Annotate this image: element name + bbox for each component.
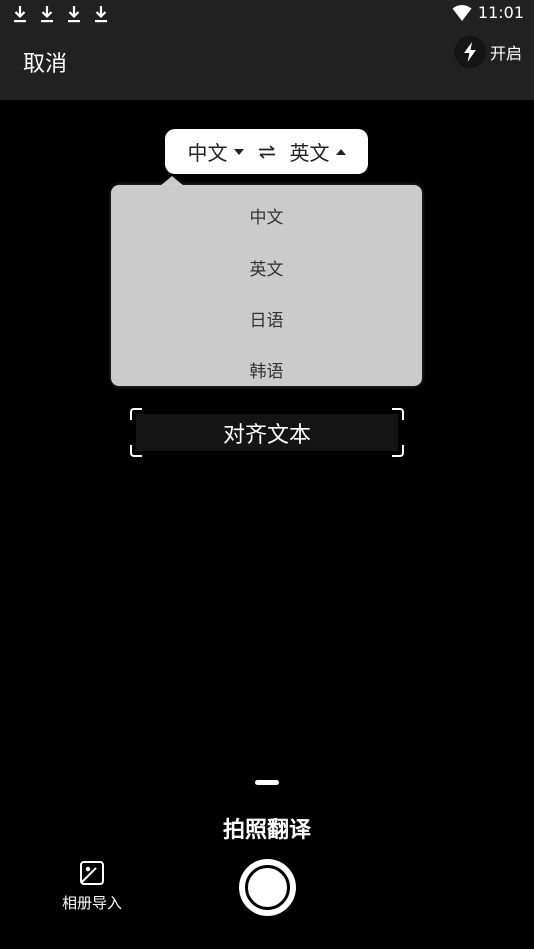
shutter-button[interactable] <box>239 859 296 916</box>
status-right: 11:01 <box>452 3 524 22</box>
source-language-label: 中文 <box>187 141 228 165</box>
mode-handle[interactable] <box>255 780 279 785</box>
swap-icon[interactable] <box>258 144 276 159</box>
language-selector: 中文 英文 <box>165 129 368 174</box>
dropdown-item-chinese[interactable]: 中文 <box>111 195 422 235</box>
target-language-button[interactable]: 英文 <box>290 137 346 166</box>
mode-label[interactable]: 拍照翻译 <box>0 812 534 844</box>
align-text-hint: 对齐文本 <box>136 414 398 451</box>
flash-toggle-button[interactable]: 开启 <box>453 36 522 68</box>
status-bar: 11:01 <box>0 0 534 28</box>
dropdown-item-japanese[interactable]: 日语 <box>111 298 422 338</box>
album-import-label: 相册导入 <box>61 894 122 912</box>
caret-up-icon <box>335 148 346 155</box>
target-language-label: 英文 <box>289 141 330 165</box>
dropdown-item-english[interactable]: 英文 <box>111 247 422 287</box>
camera-translate-screen: 11:01 取消 开启 中文 英文 中文 英文 日语 韩语 对齐文本 拍照翻译 … <box>0 0 534 949</box>
dropdown-item-korean[interactable]: 韩语 <box>111 349 422 389</box>
flash-icon <box>463 42 476 62</box>
status-time: 11:01 <box>477 3 524 22</box>
album-import-button[interactable]: 相册导入 <box>52 860 132 920</box>
download-icon <box>41 6 53 23</box>
flash-icon-container <box>453 36 486 68</box>
flash-label: 开启 <box>489 44 522 63</box>
wifi-icon <box>452 4 472 21</box>
image-icon <box>80 861 104 885</box>
language-dropdown: 中文 英文 日语 韩语 <box>111 185 422 386</box>
download-icon <box>95 6 107 23</box>
shutter-inner <box>245 865 290 910</box>
align-text-frame: 对齐文本 <box>130 408 404 457</box>
caret-down-icon <box>233 148 244 155</box>
download-icon <box>14 6 26 23</box>
download-icon <box>68 6 80 23</box>
cancel-button[interactable]: 取消 <box>23 46 67 78</box>
top-app-bar: 11:01 取消 开启 <box>0 0 534 100</box>
notification-icons <box>12 4 109 24</box>
source-language-button[interactable]: 中文 <box>188 137 244 166</box>
